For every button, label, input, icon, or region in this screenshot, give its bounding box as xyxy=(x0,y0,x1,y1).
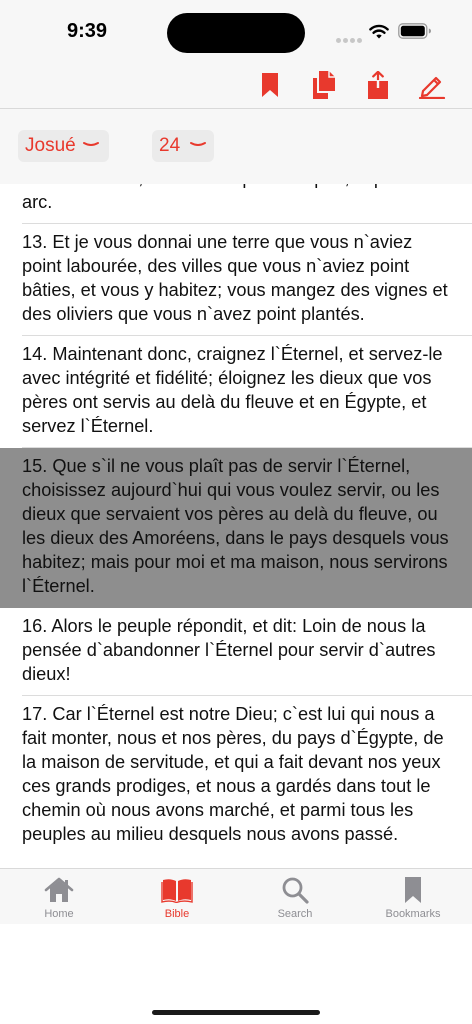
tab-bookmarks[interactable]: Bookmarks xyxy=(373,875,453,920)
chapter-selector-value: 24 xyxy=(159,135,181,156)
verse-12[interactable]: des Amoréens, ce ne fut ni par ton épée,… xyxy=(0,184,472,224)
verse-16[interactable]: 16. Alors le peuple répondit, et dit: Lo… xyxy=(0,608,472,696)
home-icon xyxy=(44,877,74,902)
chapter-selector[interactable]: 24 xyxy=(152,130,214,162)
share-button[interactable] xyxy=(361,68,395,102)
copy-icon xyxy=(313,71,335,99)
status-time: 9:39 xyxy=(67,20,108,42)
tab-bible-label: Bible xyxy=(164,908,190,920)
tab-search[interactable]: Search xyxy=(255,875,335,920)
home-indicator-area xyxy=(0,924,472,1024)
search-icon xyxy=(282,877,309,904)
edit-button[interactable] xyxy=(415,68,449,102)
verse-13[interactable]: 13. Et je vous donnai une terre que vous… xyxy=(0,224,472,336)
selector-bar: Josué 24 xyxy=(0,109,472,184)
bookmark-icon xyxy=(262,73,278,97)
status-bar: 9:39 xyxy=(0,0,472,62)
tab-bookmarks-label: Bookmarks xyxy=(385,908,441,920)
chevron-down-icon xyxy=(83,142,99,146)
copy-button[interactable] xyxy=(307,68,341,102)
verse-17[interactable]: 17. Car l`Éternel est notre Dieu; c`est … xyxy=(0,696,472,856)
verse-14[interactable]: 14. Maintenant donc, craignez l`Éternel,… xyxy=(0,336,472,448)
chevron-down-icon xyxy=(190,142,206,146)
wifi-icon xyxy=(369,24,389,39)
book-selector-value: Josué xyxy=(25,135,76,156)
verse-15-selected[interactable]: 15. Que s`il ne vous plaît pas de servir… xyxy=(0,448,472,608)
tab-home[interactable]: Home xyxy=(19,875,99,920)
battery-icon xyxy=(398,23,431,39)
book-icon xyxy=(161,879,193,903)
signal-icon xyxy=(336,30,366,43)
book-selector[interactable]: Josué xyxy=(18,130,109,162)
bookmark-icon xyxy=(405,877,421,903)
tab-bible[interactable]: Bible xyxy=(137,875,217,920)
share-icon xyxy=(368,71,388,99)
tab-search-label: Search xyxy=(277,908,313,920)
bookmark-button[interactable] xyxy=(253,68,287,102)
verse-list: des Amoréens, ce ne fut ni par ton épée,… xyxy=(0,184,472,856)
tab-home-label: Home xyxy=(44,908,74,920)
edit-icon xyxy=(418,76,446,99)
tab-bar: Home Bible Search Bookmarks xyxy=(0,868,472,925)
home-indicator[interactable] xyxy=(152,1010,320,1015)
dynamic-island xyxy=(167,13,305,53)
toolbar xyxy=(0,62,472,109)
verse-scroll-area[interactable]: des Amoréens, ce ne fut ni par ton épée,… xyxy=(0,184,472,868)
